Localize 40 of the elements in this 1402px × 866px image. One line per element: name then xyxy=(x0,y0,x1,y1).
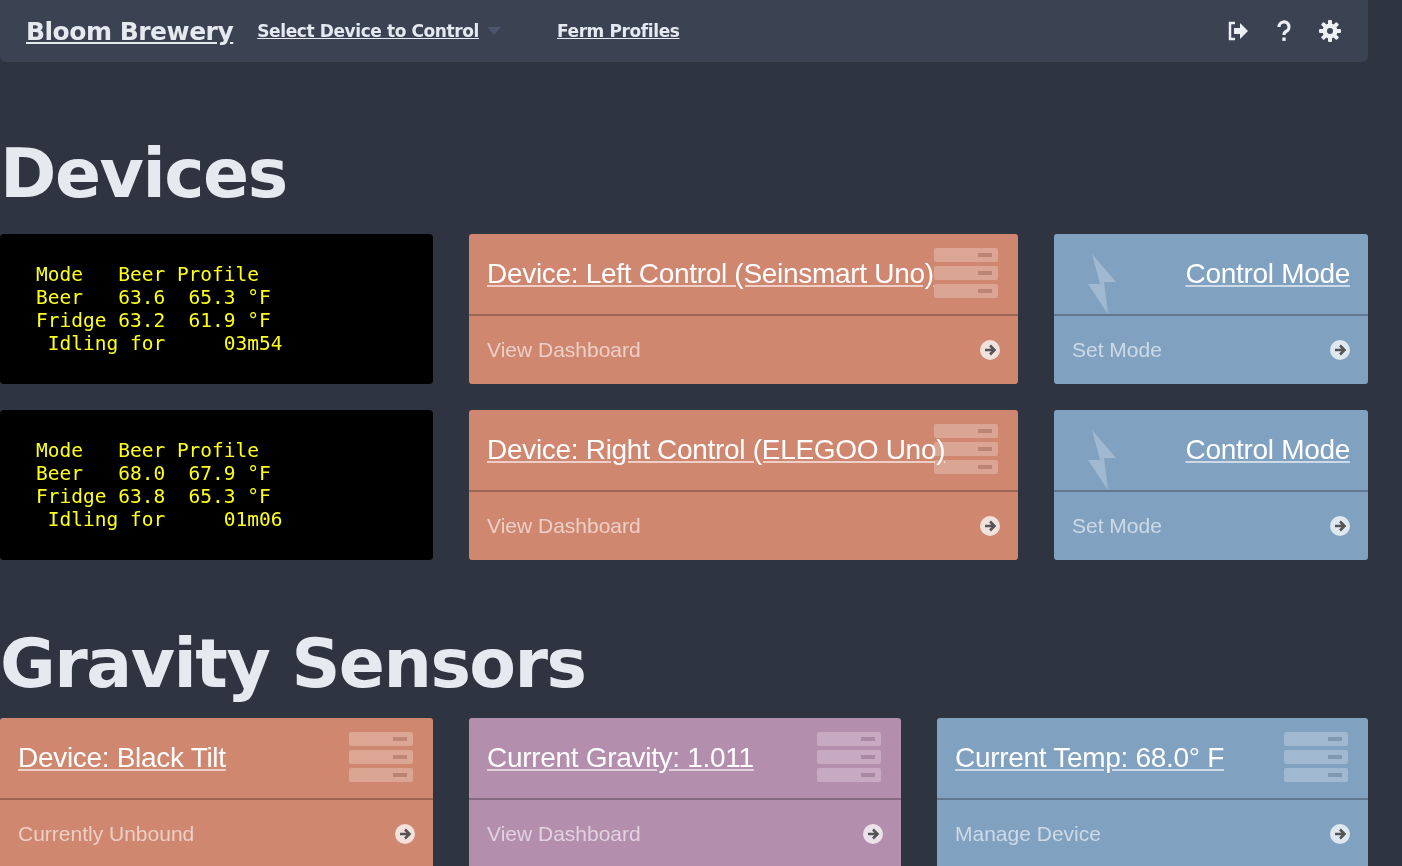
server-icon xyxy=(817,732,881,784)
arrow-circle-right-icon xyxy=(980,516,1000,536)
card-footer-link[interactable]: Set Mode xyxy=(1072,514,1162,538)
lcd-line: Mode Beer Profile xyxy=(36,263,261,286)
card-title-link[interactable]: Device: Right Control (ELEGOO Uno) xyxy=(487,434,946,466)
lcd-line: Idling for 01m06 xyxy=(46,508,284,531)
card-title-link[interactable]: Control Mode xyxy=(1185,434,1350,466)
card-footer-link[interactable]: Manage Device xyxy=(955,822,1101,846)
arrow-circle-right-icon xyxy=(980,340,1000,360)
lightning-bolt-icon xyxy=(1086,430,1118,490)
sign-out-icon[interactable] xyxy=(1226,19,1250,43)
section-heading: Devices xyxy=(0,140,288,208)
lcd-line: Beer 63.6 65.3 °F xyxy=(36,286,272,309)
server-icon xyxy=(934,248,998,300)
lightning-bolt-icon xyxy=(1086,254,1118,314)
card-title-link[interactable]: Device: Black Tilt xyxy=(18,742,226,774)
lcd-line: Fridge 63.2 61.9 °F xyxy=(36,309,272,332)
card-title-link[interactable]: Current Temp: 68.0° F xyxy=(955,742,1224,774)
card-footer-link[interactable]: View Dashboard xyxy=(487,514,641,538)
ferm-profiles-link[interactable]: Ferm Profiles xyxy=(557,21,680,41)
card-footer-link[interactable]: Set Mode xyxy=(1072,338,1162,362)
arrow-circle-right-icon xyxy=(1330,516,1350,536)
lcd-line: Mode Beer Profile xyxy=(36,439,261,462)
card-footer-link[interactable]: Currently Unbound xyxy=(18,822,195,846)
device-select-menu[interactable]: Select Device to Control xyxy=(257,21,479,41)
lcd-line: Beer 68.0 67.9 °F xyxy=(36,462,272,485)
card-title-link[interactable]: Current Gravity: 1.011 xyxy=(487,742,754,774)
server-icon xyxy=(1284,732,1348,784)
lcd-line: Fridge 63.8 65.3 °F xyxy=(36,485,272,508)
arrow-circle-right-icon xyxy=(395,824,415,844)
arrow-circle-right-icon xyxy=(1330,824,1350,844)
card-title-link[interactable]: Device: Left Control (Seinsmart Uno) xyxy=(487,258,934,290)
server-icon xyxy=(349,732,413,784)
arrow-circle-right-icon xyxy=(1330,340,1350,360)
lcd-line: Idling for 03m54 xyxy=(46,332,284,355)
card-title-link[interactable]: Control Mode xyxy=(1185,258,1350,290)
card-footer-link[interactable]: View Dashboard xyxy=(487,822,641,846)
arrow-circle-right-icon xyxy=(863,824,883,844)
brand-link[interactable]: Bloom Brewery xyxy=(26,16,234,46)
card-footer-link[interactable]: View Dashboard xyxy=(487,338,641,362)
